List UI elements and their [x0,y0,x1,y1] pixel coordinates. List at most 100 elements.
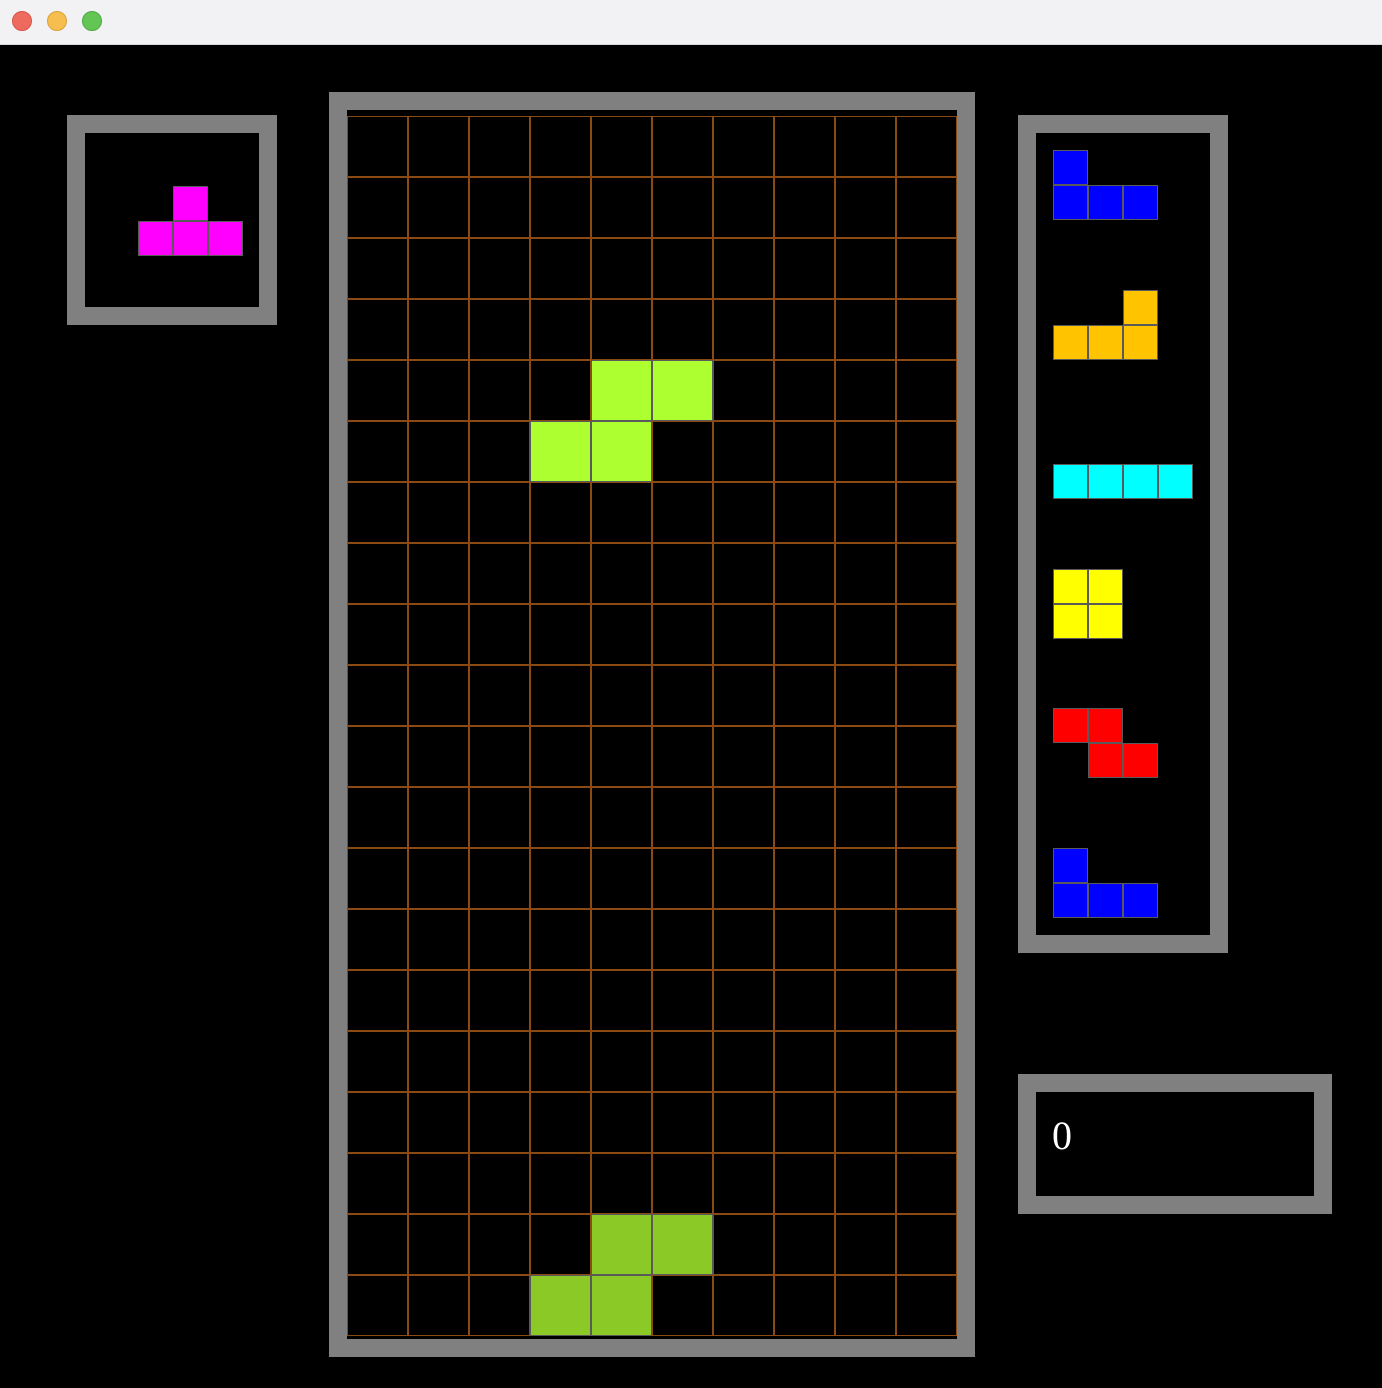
grid-cell [469,238,530,299]
grid-cell [530,360,591,421]
grid-cell [469,604,530,665]
grid-cell [530,909,591,970]
grid-cell [896,177,957,238]
close-window-button[interactable] [12,11,32,31]
grid-cell [835,116,896,177]
grid-cell [713,1031,774,1092]
grid-cell [469,1031,530,1092]
grid-cell [652,1275,713,1336]
grid-cell [896,1214,957,1275]
grid-cell [652,604,713,665]
next-piece-block [1123,325,1158,360]
grid-cell [469,970,530,1031]
grid-cell [713,177,774,238]
grid-cell [469,1092,530,1153]
next-piece-block [1123,464,1158,499]
hold-piece-block [173,186,208,221]
grid-cell [347,543,408,604]
grid-cell [347,421,408,482]
grid-cell [591,543,652,604]
grid-cell [530,787,591,848]
grid-cell [347,604,408,665]
grid-cell [774,177,835,238]
grid-cell [652,848,713,909]
grid-cell [408,787,469,848]
grid-cell [774,1031,835,1092]
grid-cell [896,421,957,482]
grid-cell [835,177,896,238]
grid-cell [347,177,408,238]
score-value: 0 [1052,1113,1072,1158]
grid-cell [347,482,408,543]
grid-cell [774,543,835,604]
grid-cell [591,604,652,665]
settled-block [530,1275,591,1336]
grid-cell [835,787,896,848]
next-queue [1036,133,1210,935]
grid-cell [774,299,835,360]
hold-panel [67,115,277,325]
settled-block [591,1214,652,1275]
grid-cell [530,848,591,909]
grid-cell [591,177,652,238]
next-piece-block [1053,569,1088,604]
score-panel: 0 [1018,1074,1332,1214]
grid-cell [530,116,591,177]
grid-cell [774,116,835,177]
grid-cell [530,1092,591,1153]
grid-cell [469,1214,530,1275]
next-piece-block [1088,569,1123,604]
minimize-window-button[interactable] [47,11,67,31]
next-piece-block [1088,743,1123,778]
grid-cell [591,299,652,360]
grid-cell [713,543,774,604]
grid-cell [591,787,652,848]
grid-cell [530,1031,591,1092]
grid-cell [530,543,591,604]
grid-cell [591,848,652,909]
grid-cell [774,1275,835,1336]
grid-cell [896,1031,957,1092]
hold-piece-block [138,221,173,256]
zoom-window-button[interactable] [82,11,102,31]
grid-cell [652,299,713,360]
grid-cell [652,238,713,299]
grid-cell [408,543,469,604]
grid-cell [835,1214,896,1275]
next-piece-block [1088,708,1123,743]
grid-cell [408,177,469,238]
game-board [329,92,975,1357]
grid-cell [774,604,835,665]
next-piece-block [1088,883,1123,918]
grid-cell [347,360,408,421]
grid-cell [835,543,896,604]
grid-cell [896,116,957,177]
grid-cell [469,421,530,482]
grid-cell [774,909,835,970]
grid-cell [774,665,835,726]
grid-cell [469,665,530,726]
grid-cell [530,726,591,787]
grid-cell [530,299,591,360]
grid-cell [774,360,835,421]
grid-cell [347,970,408,1031]
grid-cell [530,604,591,665]
grid-cell [591,970,652,1031]
grid-cell [896,787,957,848]
game-area: 0 [0,45,1382,1388]
grid-cell [774,970,835,1031]
grid-cell [713,238,774,299]
grid-cell [530,1214,591,1275]
grid-cell [896,1275,957,1336]
grid-cell [408,1275,469,1336]
grid-cell [835,299,896,360]
grid-cell [469,116,530,177]
next-queue-panel [1018,115,1228,953]
grid-cell [835,482,896,543]
grid-cell [652,421,713,482]
next-piece-block [1158,464,1193,499]
next-piece-block [1088,604,1123,639]
grid-cell [347,848,408,909]
grid-cell [469,726,530,787]
grid-cell [347,787,408,848]
